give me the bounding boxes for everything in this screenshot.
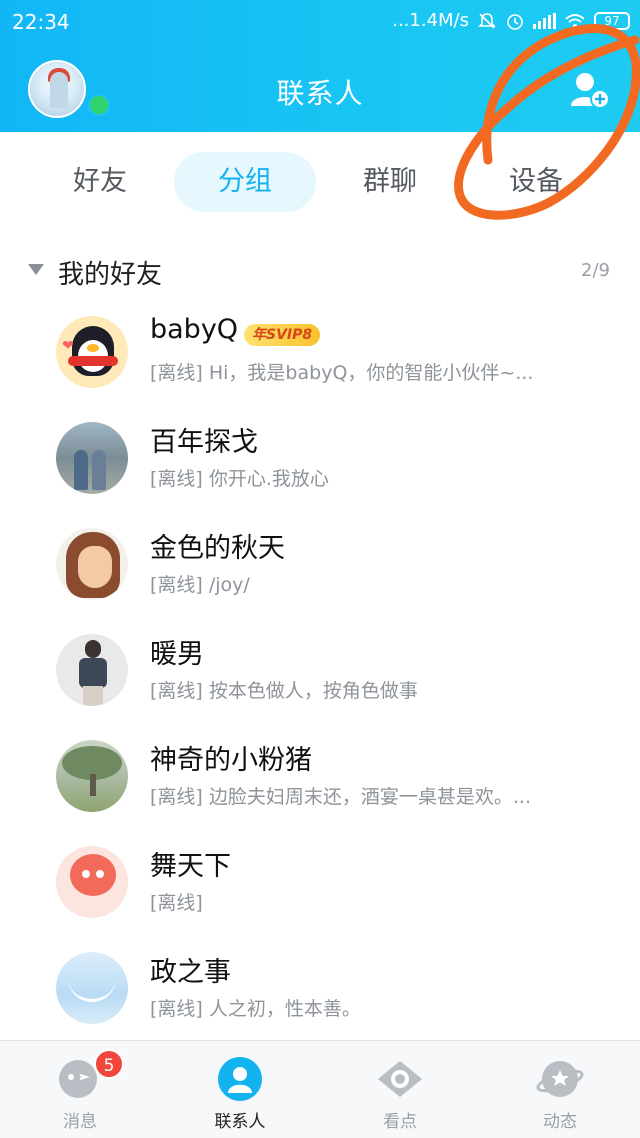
contact-row[interactable]: 暖男 [离线] 按本色做人，按角色做事 (0, 634, 640, 740)
contact-name: 神奇的小粉猪 (150, 745, 312, 776)
group-name: 我的好友 (58, 260, 163, 290)
contact-tabs: 好友 分组 群聊 设备 (0, 152, 640, 214)
nav-label: 动态 (543, 1112, 577, 1132)
top-header: 22:34 ...1.4M/s 97 联系人 (0, 0, 640, 132)
nav-feeds[interactable]: 动态 (480, 1041, 640, 1138)
nav-label: 看点 (383, 1112, 417, 1132)
tab-friends[interactable]: 好友 (40, 152, 160, 212)
tab-group-chats[interactable]: 群聊 (330, 152, 450, 212)
battery-icon: 97 (594, 11, 630, 30)
contact-row[interactable]: 舞天下 [离线] (0, 846, 640, 952)
contact-signature: [离线] Hi，我是babyQ，你的智能小伙伴~... (150, 362, 534, 384)
contact-row[interactable]: 百年探戈 [离线] 你开心.我放心 (0, 422, 640, 528)
nav-messages[interactable]: 5 消息 (0, 1041, 160, 1138)
contact-avatar (56, 422, 128, 494)
eye-icon (378, 1061, 422, 1097)
group-online-count: 2/9 (581, 260, 610, 281)
nav-label: 消息 (63, 1112, 97, 1132)
contact-avatar (56, 952, 128, 1024)
collapse-triangle-icon (28, 264, 44, 275)
contact-row[interactable]: 神奇的小粉猪 [离线] 边脸夫妇周末还，酒宴一桌甚是欢。... (0, 740, 640, 846)
tab-groups[interactable]: 分组 (174, 152, 316, 212)
nav-label: 联系人 (214, 1112, 266, 1132)
add-contact-icon[interactable] (568, 70, 610, 110)
contact-name: 政之事 (150, 957, 231, 988)
page-title: 联系人 (276, 77, 364, 110)
contact-name: 舞天下 (150, 851, 231, 882)
contact-signature: [离线] 人之初，性本善。 (150, 998, 361, 1020)
contact-signature: [离线] 按本色做人，按角色做事 (150, 680, 418, 702)
contact-signature: [离线] (150, 892, 203, 914)
status-right: ...1.4M/s 97 (392, 10, 630, 31)
contact-signature: [离线] 边脸夫妇周末还，酒宴一桌甚是欢。... (150, 786, 531, 808)
contact-avatar (56, 528, 128, 600)
alarm-icon (507, 13, 523, 30)
group-header-my-friends[interactable]: 我的好友 2/9 (0, 250, 640, 294)
signal-icon (533, 12, 556, 29)
contacts-icon (218, 1057, 262, 1101)
status-bar: 22:34 ...1.4M/s 97 (0, 0, 640, 44)
svip-badge: 年SVIP8 (244, 324, 321, 346)
status-time: 22:34 (12, 10, 70, 34)
bottom-nav: 5 消息 联系人 看点 动态 (0, 1040, 640, 1138)
contact-avatar (56, 846, 128, 918)
contact-name: 百年探戈 (150, 427, 258, 458)
nav-discover[interactable]: 看点 (320, 1041, 480, 1138)
contact-row[interactable]: ❤ babyQ 年SVIP8 [离线] Hi，我是babyQ，你的智能小伙伴~.… (0, 314, 640, 422)
mute-icon (478, 12, 496, 29)
contact-name: 金色的秋天 (150, 533, 285, 564)
nav-contacts[interactable]: 联系人 (160, 1041, 320, 1138)
contact-name: 暖男 (150, 639, 204, 670)
network-speed: ...1.4M/s (392, 10, 469, 31)
unread-badge: 5 (94, 1049, 124, 1079)
contact-signature: [离线] 你开心.我放心 (150, 468, 329, 490)
tab-devices[interactable]: 设备 (476, 152, 596, 212)
contact-name: babyQ (150, 314, 239, 345)
contact-signature: [离线] /joy/ (150, 574, 250, 596)
contact-avatar: ❤ (56, 316, 128, 388)
contact-row[interactable]: 金色的秋天 [离线] /joy/ (0, 528, 640, 634)
contact-avatar (56, 740, 128, 812)
planet-icon (536, 1061, 584, 1097)
wifi-icon (565, 13, 585, 28)
contact-avatar (56, 634, 128, 706)
